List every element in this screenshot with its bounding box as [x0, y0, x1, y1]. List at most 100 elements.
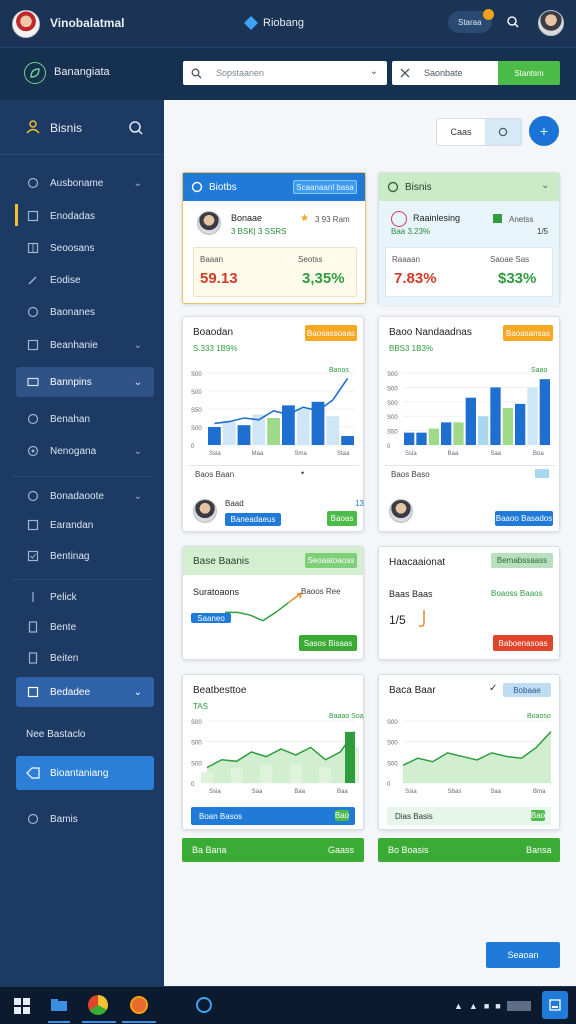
footer-tag — [535, 469, 549, 478]
sidebar-item-label: Benahan — [50, 413, 91, 425]
sidebar-item-12[interactable]: Pelick — [16, 582, 154, 612]
sidebar-item-10[interactable]: Earandan — [16, 510, 154, 540]
app-icon[interactable] — [130, 996, 148, 1014]
bar — [502, 407, 513, 445]
sidebar-item-2[interactable]: Seoosans — [16, 233, 154, 263]
brand-name: Banangiata — [54, 66, 110, 78]
windows-start-icon[interactable] — [14, 998, 30, 1014]
sidebar-item-label: Bamis — [50, 813, 78, 825]
sidebar-item-18[interactable]: Bamis — [16, 804, 154, 834]
x-tick-label: Staa — [337, 451, 350, 457]
heart-icon — [391, 211, 407, 227]
sidebar-item-5[interactable]: Beanhanie ⌄ — [16, 330, 154, 360]
fab-icon: + — [539, 123, 549, 139]
x-tick-label: Baa — [448, 451, 459, 457]
browser-icon[interactable] — [88, 995, 108, 1015]
card-badge[interactable]: Bobaae — [503, 683, 551, 697]
sidebar-item-0[interactable]: Ausboname ⌄ — [16, 168, 154, 198]
sidebar-item-8[interactable]: Nenogana ⌄ — [16, 436, 154, 466]
bar — [296, 409, 310, 445]
clock-icon[interactable] — [506, 1001, 531, 1011]
sidebar-item-13[interactable]: Bente — [16, 612, 154, 642]
sidebar-item-15[interactable]: Bedadee ⌄ — [16, 677, 154, 707]
y-tick-label: S00 — [387, 761, 398, 767]
title-bar: Vinobalatmal Riobang Staraa — [0, 0, 576, 48]
card-baoo-nandaadnas: Baoo Nandaadnas Baoasansas BBS3 1B3% Saa… — [378, 316, 560, 532]
toggle-right[interactable] — [485, 119, 521, 145]
y-tick-label: S00 — [191, 390, 202, 396]
bar — [404, 432, 415, 445]
sidebar-item-11[interactable]: Bentinag — [16, 541, 154, 571]
search-input[interactable]: Sopstaanen ⌄ — [183, 61, 387, 85]
card-badge[interactable]: Baosassoaas — [305, 325, 357, 341]
edge-icon[interactable] — [196, 997, 212, 1013]
toggle-left[interactable]: Caas — [437, 119, 485, 145]
area-fill — [207, 731, 355, 783]
sidebar-item-label: Bentinag — [50, 550, 90, 562]
card-subtitle: BBS3 1B3% — [389, 344, 434, 353]
check-icon: ✓ — [489, 683, 498, 694]
user-avatar[interactable] — [12, 10, 40, 38]
wifi-icon[interactable]: ▲ — [469, 1001, 478, 1011]
filter-field[interactable]: Saonbate — [392, 61, 498, 85]
footer-bar[interactable]: Dias Basis Bao — [387, 807, 551, 825]
card-boaodan: Boaodan Baosassoaas S.333 1B9% Banos S00… — [182, 316, 364, 532]
bar — [453, 422, 464, 445]
sidebar-item-3[interactable]: Eodise — [16, 265, 154, 295]
sidebar-item-1[interactable]: Enodadas — [16, 201, 154, 231]
person-button[interactable]: Baneadaeus — [225, 513, 281, 526]
folder-icon[interactable] — [50, 997, 68, 1013]
chart-footer: Baos Baso — [385, 465, 555, 479]
person-button[interactable]: Baaoo Basados — [495, 511, 553, 526]
view-toggle[interactable]: Caas — [436, 118, 522, 146]
primary-button[interactable]: Seaoan — [486, 942, 560, 968]
filter-label: Saonbate — [424, 68, 463, 78]
sidebar-item-14[interactable]: Beiten — [16, 643, 154, 673]
warning-icon[interactable]: ▲ — [454, 1001, 463, 1011]
action-button[interactable]: Stantsm — [498, 61, 560, 85]
green-button[interactable]: Sasos Bisaas — [299, 635, 357, 651]
summary-bar-right[interactable]: Bo Boasis Bansa — [378, 838, 560, 862]
notification-center-icon[interactable] — [542, 991, 568, 1019]
summary-bar-value: Bansa — [526, 845, 552, 855]
square-icon — [26, 518, 40, 532]
card-badge[interactable]: Baoasansas — [503, 325, 553, 341]
y-tick-label: S00 — [191, 741, 202, 747]
sidebar-item-6[interactable]: Bannpins ⌄ — [16, 367, 154, 397]
footer-tag-label: Bao — [530, 811, 546, 820]
footer-bar[interactable]: Boan Basos Bao — [191, 807, 355, 825]
sidebar-item-16[interactable]: Nee Bastaclo — [16, 719, 154, 749]
left-stat-value: 7.83% — [394, 270, 437, 287]
card-biotbs: Biotbs Scaanaanl basa Bonaae 3 BSK| 3 SS… — [182, 172, 366, 304]
sidebar-search-icon[interactable] — [128, 120, 144, 136]
red-button[interactable]: Baboenasoas — [493, 635, 553, 651]
x-tick-label: Saa — [490, 789, 501, 795]
x-tick-label: Sbas — [448, 789, 462, 795]
sidebar-item-7[interactable]: Benahan — [16, 404, 154, 434]
card-header-button[interactable]: Scaanaanl basa — [293, 180, 357, 194]
sidebar-item-4[interactable]: Baonanes — [16, 297, 154, 327]
bar — [428, 428, 439, 445]
search-icon — [191, 68, 202, 78]
card-badge[interactable]: Bemabssaass — [491, 553, 553, 568]
fab-button[interactable]: + — [529, 116, 559, 146]
blue-button[interactable]: Saaneo — [191, 613, 231, 623]
card-badge[interactable]: Seoaatoaoss — [305, 553, 357, 568]
chevron-down-icon[interactable]: ⌄ — [541, 180, 549, 191]
profile-avatar[interactable] — [538, 10, 564, 36]
battery-icon[interactable]: ■ — [495, 1001, 500, 1011]
bar — [478, 416, 489, 445]
sidebar-item-17[interactable]: Bioantaniang — [16, 756, 154, 790]
sidebar-item-label: Bente — [50, 621, 77, 633]
footer-tag: Bao — [335, 810, 349, 821]
summary-bar-left[interactable]: Ba Bana Gaass — [182, 838, 364, 862]
help-icon[interactable] — [506, 15, 520, 29]
volume-icon[interactable]: ■ — [484, 1001, 489, 1011]
sidebar-item-label: Bannpins — [50, 376, 92, 388]
card-badge-label: Baoasansas — [505, 328, 551, 338]
person-avatar — [193, 499, 217, 523]
right-stat-label: Saoae Sas — [490, 255, 530, 264]
sidebar-item-9[interactable]: Bonadaoote ⌄ — [16, 481, 154, 511]
chevron-down-icon: ⌄ — [133, 445, 142, 457]
sidebar-item-label: Bioantaniang — [50, 767, 109, 779]
